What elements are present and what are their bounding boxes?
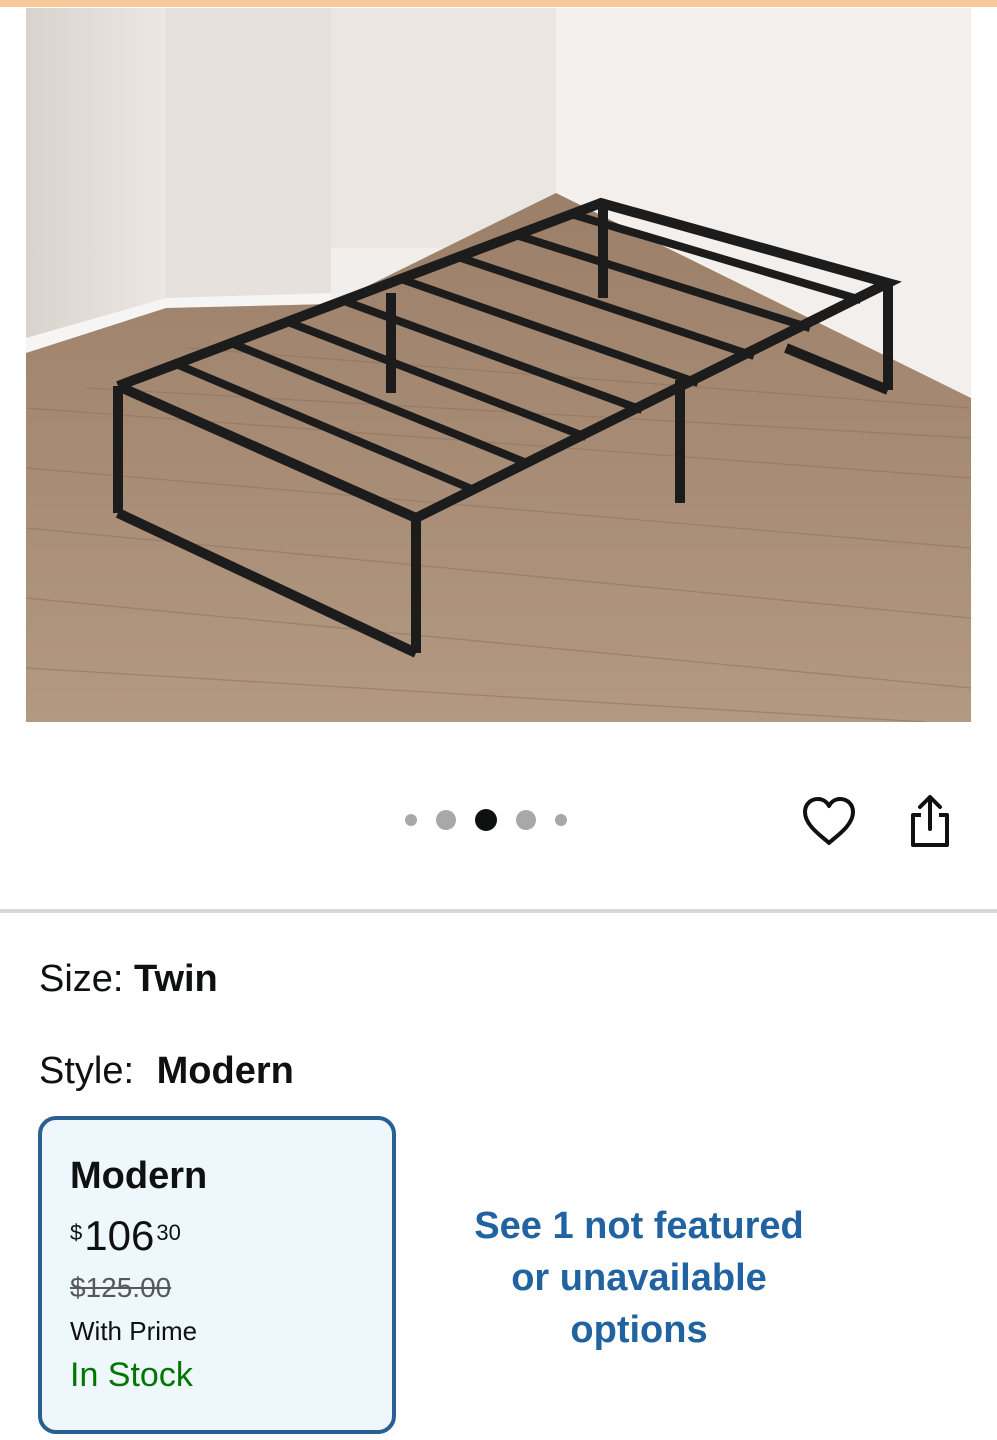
carousel-dot-5[interactable] — [555, 814, 567, 826]
size-selection: Size: Twin — [39, 958, 218, 1001]
share-icon — [911, 795, 949, 847]
style-label: Style: — [39, 1050, 135, 1092]
see-more-line-1: See 1 not featured — [474, 1205, 804, 1247]
stock-status: In Stock — [70, 1356, 193, 1394]
list-price: $125.00 — [70, 1272, 172, 1303]
prime-text: With Prime — [70, 1316, 198, 1346]
carousel-dot-2[interactable] — [436, 810, 456, 830]
bed-frame-illustration — [26, 8, 971, 722]
price-fraction: 30 — [156, 1220, 181, 1245]
variant-name: Modern — [70, 1155, 208, 1197]
see-more-options-link[interactable]: See 1 not featured or unavailable option… — [440, 1200, 838, 1356]
price-currency: $ — [70, 1220, 83, 1245]
size-value: Twin — [134, 958, 218, 1000]
style-value: Modern — [156, 1050, 294, 1092]
size-label: Size: — [39, 958, 124, 1000]
carousel-dot-1[interactable] — [405, 814, 417, 826]
wishlist-button[interactable] — [798, 790, 860, 852]
image-carousel-dots — [405, 808, 586, 832]
price-whole: 106 — [84, 1212, 155, 1259]
see-more-line-2: or unavailable — [511, 1257, 767, 1299]
style-selection: Style: Modern — [39, 1050, 294, 1093]
variant-option-card[interactable]: Modern $ 106 30 $125.00 With Prime In St… — [38, 1116, 396, 1434]
variant-price: $ 106 30 — [70, 1214, 392, 1262]
top-strip — [0, 0, 997, 7]
heart-icon — [803, 797, 855, 845]
carousel-dot-3-active[interactable] — [475, 809, 497, 831]
section-divider — [0, 909, 997, 913]
see-more-line-3: options — [570, 1309, 708, 1351]
product-image[interactable] — [26, 8, 971, 722]
share-button[interactable] — [900, 790, 960, 852]
carousel-dot-4[interactable] — [516, 810, 536, 830]
